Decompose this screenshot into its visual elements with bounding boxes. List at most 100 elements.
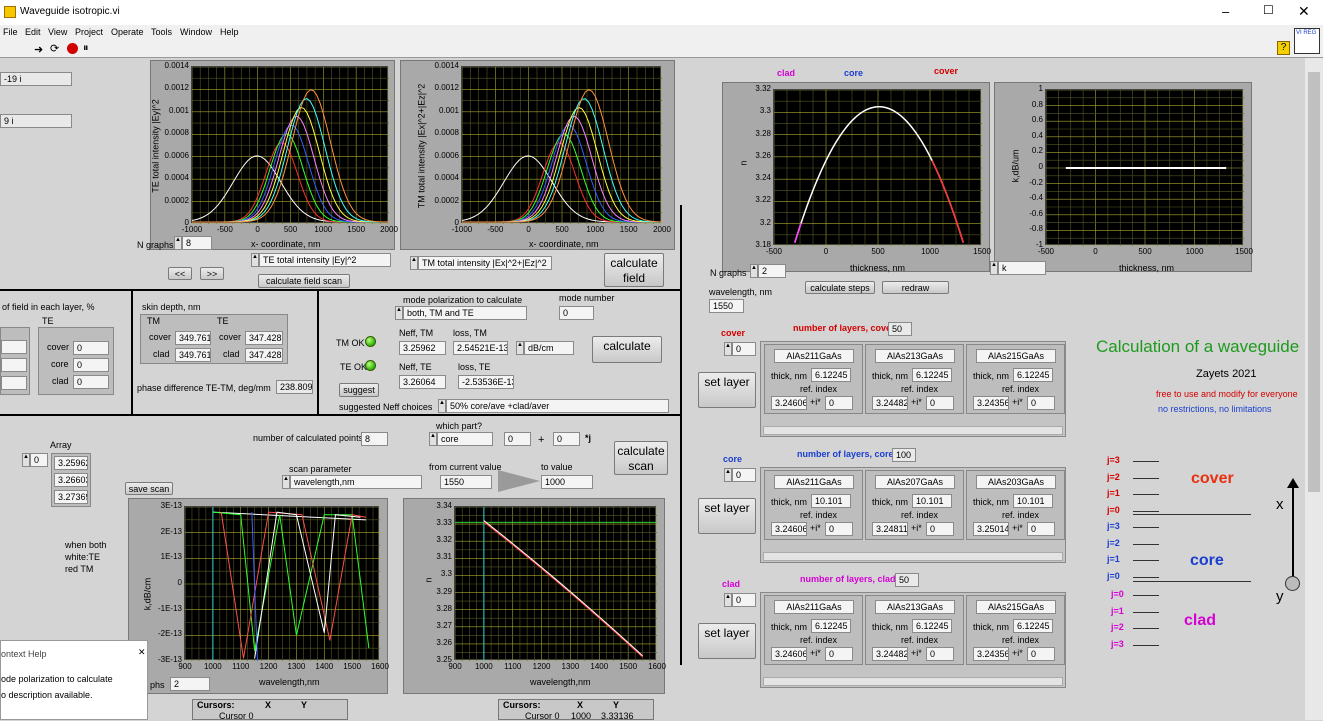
- layer-n[interactable]: 3.24356: [973, 396, 1009, 410]
- from-input[interactable]: 1550: [440, 475, 492, 489]
- k-select[interactable]: k: [998, 261, 1046, 275]
- next-graph-button[interactable]: >>: [200, 267, 224, 280]
- calculate-field-button[interactable]: calculate field: [604, 253, 664, 287]
- core_section-set-layer-button[interactable]: set layer: [698, 498, 756, 534]
- layer-n[interactable]: 3.24356: [973, 647, 1009, 661]
- tm-plot-area[interactable]: [461, 66, 662, 224]
- param-spin[interactable]: ▲▼: [282, 475, 295, 489]
- layer-k[interactable]: 0: [1027, 522, 1055, 536]
- layer-n[interactable]: 3.24606: [771, 522, 807, 536]
- core_section-index[interactable]: 0: [732, 468, 756, 482]
- loss-plot-area[interactable]: [184, 506, 380, 661]
- scroll-thumb[interactable]: [1308, 72, 1320, 492]
- prev-graph-button[interactable]: <<: [168, 267, 192, 280]
- menu-help[interactable]: Help: [220, 27, 239, 37]
- layer-n[interactable]: 3.24482: [872, 396, 908, 410]
- clad_section-index-spin[interactable]: ▲▼: [724, 593, 737, 607]
- layer-thick[interactable]: 6.12245: [811, 619, 851, 633]
- clad_section-set-layer-button[interactable]: set layer: [698, 623, 756, 659]
- layer-k[interactable]: 0: [825, 647, 853, 661]
- te-select[interactable]: TE total intensity |Ey|^2: [259, 253, 391, 267]
- pol-spin[interactable]: ▲▼: [395, 306, 408, 320]
- abort-icon[interactable]: [67, 43, 78, 54]
- cover_section-index[interactable]: 0: [732, 342, 756, 356]
- te-plot-area[interactable]: [191, 66, 389, 224]
- redraw-button[interactable]: redraw: [882, 281, 949, 294]
- menu-window[interactable]: Window: [180, 27, 212, 37]
- param-select[interactable]: wavelength,nm: [290, 475, 422, 489]
- choices-spin[interactable]: ▲▼: [438, 399, 451, 413]
- unit-spin[interactable]: ▲▼: [516, 341, 529, 355]
- n-plot-area[interactable]: [454, 506, 657, 661]
- core_section-index-spin[interactable]: ▲▼: [724, 468, 737, 482]
- layer-name[interactable]: AlAs211GaAs: [774, 600, 854, 614]
- layer-n[interactable]: 3.24606: [771, 647, 807, 661]
- layer-name[interactable]: AlAs215GaAs: [976, 349, 1056, 363]
- pol-select[interactable]: both, TM and TE: [403, 306, 527, 320]
- calculate-scan-button[interactable]: calculate scan: [614, 441, 668, 475]
- layer-thick[interactable]: 6.12245: [1013, 619, 1053, 633]
- layer-name[interactable]: AlAs211GaAs: [774, 475, 854, 489]
- wavelength-input[interactable]: 1550: [709, 299, 744, 313]
- pause-icon[interactable]: ⏸: [83, 42, 89, 55]
- layer-n[interactable]: 3.24811: [872, 522, 908, 536]
- layer-k[interactable]: 0: [825, 522, 853, 536]
- to-input[interactable]: 1000: [541, 475, 593, 489]
- layer-name[interactable]: AlAs207GaAs: [875, 475, 955, 489]
- menu-file[interactable]: File: [3, 27, 18, 37]
- suggest-button[interactable]: suggest: [339, 383, 379, 397]
- right-ngraphs-spin[interactable]: ▲▼: [750, 264, 763, 278]
- layer-name[interactable]: AlAs211GaAs: [774, 349, 854, 363]
- layer-thick[interactable]: 6.12245: [1013, 368, 1053, 382]
- layer-k[interactable]: 0: [926, 522, 954, 536]
- layer-thick[interactable]: 6.12245: [912, 619, 952, 633]
- te-select-spin[interactable]: ▲▼: [251, 253, 264, 267]
- save-scan-button[interactable]: save scan: [125, 482, 173, 495]
- array-index[interactable]: 0: [30, 453, 48, 467]
- which-spin[interactable]: ▲▼: [429, 432, 442, 446]
- cover_section-index-spin[interactable]: ▲▼: [724, 342, 737, 356]
- layer-n[interactable]: 3.24606: [771, 396, 807, 410]
- layer-thick[interactable]: 6.12245: [811, 368, 851, 382]
- run-continuous-icon[interactable]: ⟳: [50, 42, 59, 55]
- layer-k[interactable]: 0: [825, 396, 853, 410]
- re-input[interactable]: 0: [504, 432, 531, 446]
- run-arrow-icon[interactable]: ➜: [34, 43, 43, 56]
- layer-n[interactable]: 3.24482: [872, 647, 908, 661]
- cover_section-layer-scrollbar[interactable]: [763, 426, 1063, 435]
- mode-number-input[interactable]: 0: [559, 306, 594, 320]
- tm-select-spin[interactable]: ▲▼: [410, 256, 423, 270]
- layer-name[interactable]: AlAs203GaAs: [976, 475, 1056, 489]
- calculate-field-scan-button[interactable]: calculate field scan: [258, 274, 350, 288]
- help-icon[interactable]: ?: [1277, 41, 1290, 55]
- clad_section-index[interactable]: 0: [732, 593, 756, 607]
- im-input[interactable]: 0: [553, 432, 580, 446]
- menu-operate[interactable]: Operate: [111, 27, 144, 37]
- menu-view[interactable]: View: [48, 27, 67, 37]
- num-points-input[interactable]: 8: [361, 432, 388, 446]
- choices-select[interactable]: 50% core/ave +clad/aver: [446, 399, 669, 413]
- layer-n[interactable]: 3.25014: [973, 522, 1009, 536]
- cover_section-set-layer-button[interactable]: set layer: [698, 372, 756, 408]
- ngraphs-spin[interactable]: ▲▼: [174, 236, 187, 250]
- calculate-button[interactable]: calculate: [592, 336, 662, 363]
- unit-select[interactable]: dB/cm: [524, 341, 574, 355]
- maximize-button[interactable]: ☐: [1263, 3, 1274, 17]
- layer-k[interactable]: 0: [926, 647, 954, 661]
- layer-name[interactable]: AlAs215GaAs: [976, 600, 1056, 614]
- layer-name[interactable]: AlAs213GaAs: [875, 600, 955, 614]
- tm-select[interactable]: TM total intensity |Ex|^2+|Ez|^2: [418, 256, 552, 270]
- k-select-spin[interactable]: ▲▼: [990, 261, 1003, 275]
- layer-thick[interactable]: 10.101: [1013, 494, 1053, 508]
- vertical-scrollbar[interactable]: [1305, 58, 1323, 720]
- menu-project[interactable]: Project: [75, 27, 103, 37]
- context-help-close[interactable]: ✕: [138, 647, 146, 658]
- clad_section-layer-scrollbar[interactable]: [763, 677, 1063, 686]
- ngraphs-input[interactable]: 8: [182, 236, 212, 250]
- menu-tools[interactable]: Tools: [151, 27, 172, 37]
- layer-name[interactable]: AlAs213GaAs: [875, 349, 955, 363]
- layer-k[interactable]: 0: [926, 396, 954, 410]
- menu-edit[interactable]: Edit: [25, 27, 41, 37]
- layer-thick[interactable]: 10.101: [811, 494, 851, 508]
- right-ngraphs-input[interactable]: 2: [758, 264, 786, 278]
